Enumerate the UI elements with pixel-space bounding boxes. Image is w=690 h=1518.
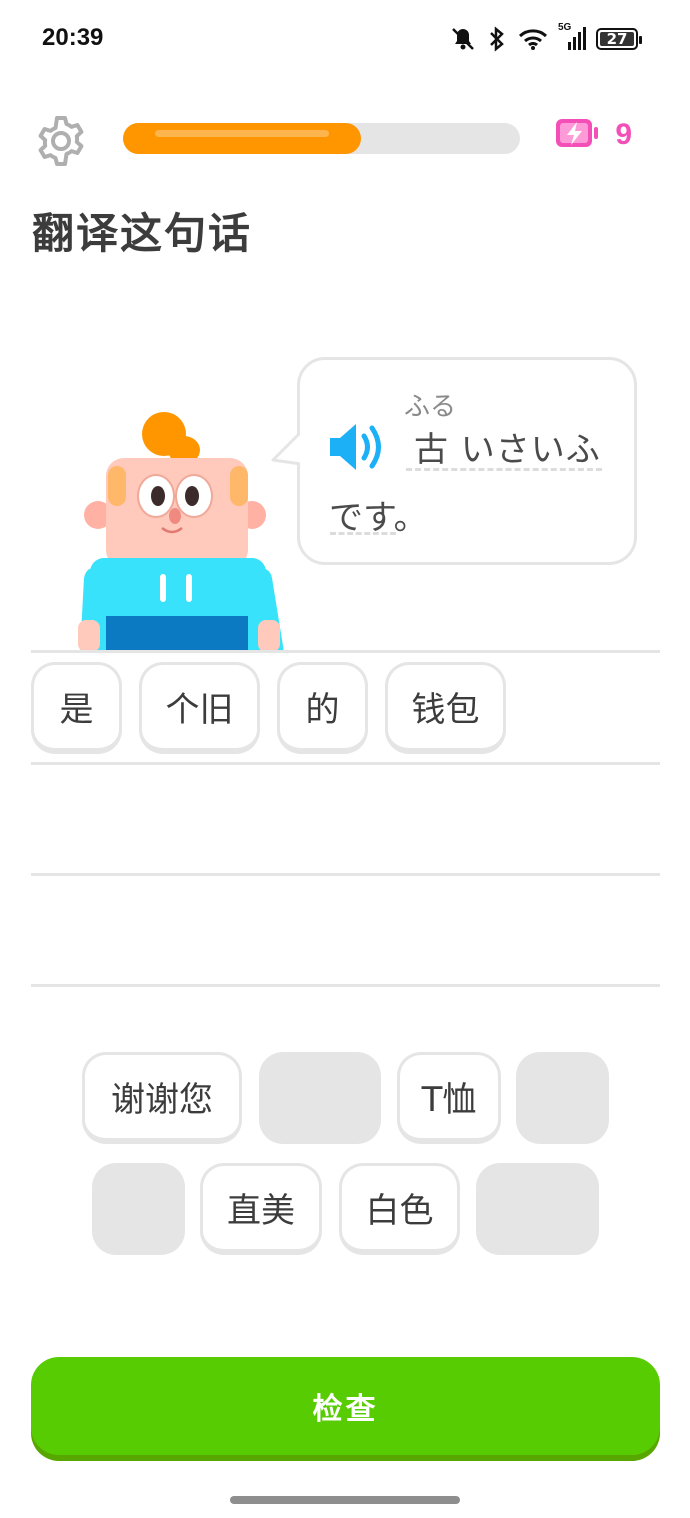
answer-line [31,650,660,653]
word-bank-chip[interactable]: 谢谢您 [82,1052,242,1144]
battery-icon: 27 [596,28,642,50]
prompt-sentence-line1[interactable]: 古 いさいふ [414,422,601,471]
mute-icon [450,26,476,52]
speaker-icon[interactable] [326,420,388,474]
answer-line [31,873,660,876]
word-bank-empty-slot [259,1052,381,1144]
status-time: 20:39 [42,24,104,51]
energy-count: 9 [615,118,632,151]
signal-icon: 5G [558,22,586,52]
speech-bubble-tail [271,430,306,466]
answer-word-chip[interactable]: 个旧 [139,662,260,754]
character-avatar [74,408,284,652]
energy-battery-icon [555,118,599,152]
answer-word-chip[interactable]: 钱包 [385,662,506,754]
wifi-icon [518,27,548,51]
home-indicator[interactable] [230,1496,460,1504]
prompt-underline [330,532,396,535]
battery-level: 27 [606,30,628,48]
network-label: 5G [558,22,572,33]
word-bank-empty-slot [92,1163,185,1255]
word-bank-chip[interactable]: 白色 [339,1163,460,1255]
furigana-text: ふる [404,392,457,422]
status-icons: 5G 27 [450,22,642,54]
energy-indicator[interactable]: 9 [555,118,632,152]
word-bank-chip[interactable]: T恤 [397,1052,501,1144]
progress-fill [123,123,362,154]
word-bank-empty-slot [516,1052,609,1144]
bluetooth-icon [486,26,508,52]
progress-shine [155,130,330,137]
word-bank-chip[interactable]: 直美 [200,1163,322,1255]
answer-word-chip[interactable]: 的 [277,662,368,754]
prompt-underline [406,468,602,471]
word-bank-empty-slot [476,1163,599,1255]
check-button[interactable]: 检查 [31,1357,660,1455]
lesson-progress-bar [123,123,520,154]
page-title: 翻译这句话 [32,209,253,258]
answer-line [31,762,660,765]
settings-gear-icon[interactable] [34,114,88,168]
answer-word-chip[interactable]: 是 [31,662,122,754]
answer-line [31,984,660,987]
